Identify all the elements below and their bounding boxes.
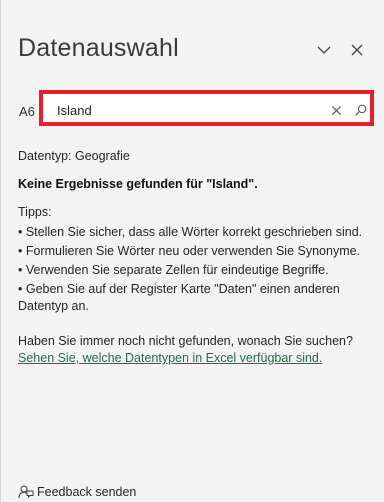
search-box (39, 90, 374, 126)
datenauswahl-pane: Datenauswahl A6 Island Datentyp: Geograf… (0, 0, 384, 502)
tips-heading: Tipps: (18, 205, 52, 219)
still-not-found-text: Haben Sie immer noch nicht gefunden, won… (18, 334, 353, 348)
no-results-message: Keine Ergebnisse gefunden für "Island". (18, 177, 258, 191)
tip-item: • Stellen Sie sicher, dass alle Wörter k… (18, 225, 363, 239)
search-icon (354, 104, 366, 116)
pane-header: Datenauswahl (18, 30, 378, 70)
search-input[interactable] (57, 101, 287, 119)
tip-item: • Verwenden Sie separate Zellen für eind… (18, 263, 329, 277)
collapse-button[interactable] (312, 38, 336, 62)
cell-reference: A6 (19, 104, 35, 119)
feedback-button[interactable]: Feedback senden (18, 482, 136, 502)
tips-list: • Stellen Sie sicher, dass alle Wörter k… (18, 224, 368, 315)
search-button[interactable] (349, 99, 371, 121)
clear-search-button[interactable] (325, 99, 347, 121)
feedback-label: Feedback senden (37, 485, 137, 499)
close-icon (351, 44, 363, 56)
tip-item: • Geben Sie auf der Register Karte "Date… (18, 282, 340, 313)
close-pane-button[interactable] (345, 38, 369, 62)
pane-title: Datenauswahl (18, 34, 179, 62)
close-icon (331, 105, 341, 115)
chevron-down-icon (317, 46, 331, 54)
feedback-icon (18, 485, 34, 499)
datatype-label: Datentyp: Geografie (18, 149, 130, 163)
datatypes-link[interactable]: Sehen Sie, welche Datentypen in Excel ve… (18, 351, 322, 365)
results-content: Datentyp: Geografie Keine Ergebnisse gef… (18, 148, 368, 367)
help-section: Haben Sie immer noch nicht gefunden, won… (18, 333, 368, 367)
search-row: A6 (18, 90, 382, 134)
tip-item: • Formulieren Sie Wörter neu oder verwen… (18, 244, 361, 258)
